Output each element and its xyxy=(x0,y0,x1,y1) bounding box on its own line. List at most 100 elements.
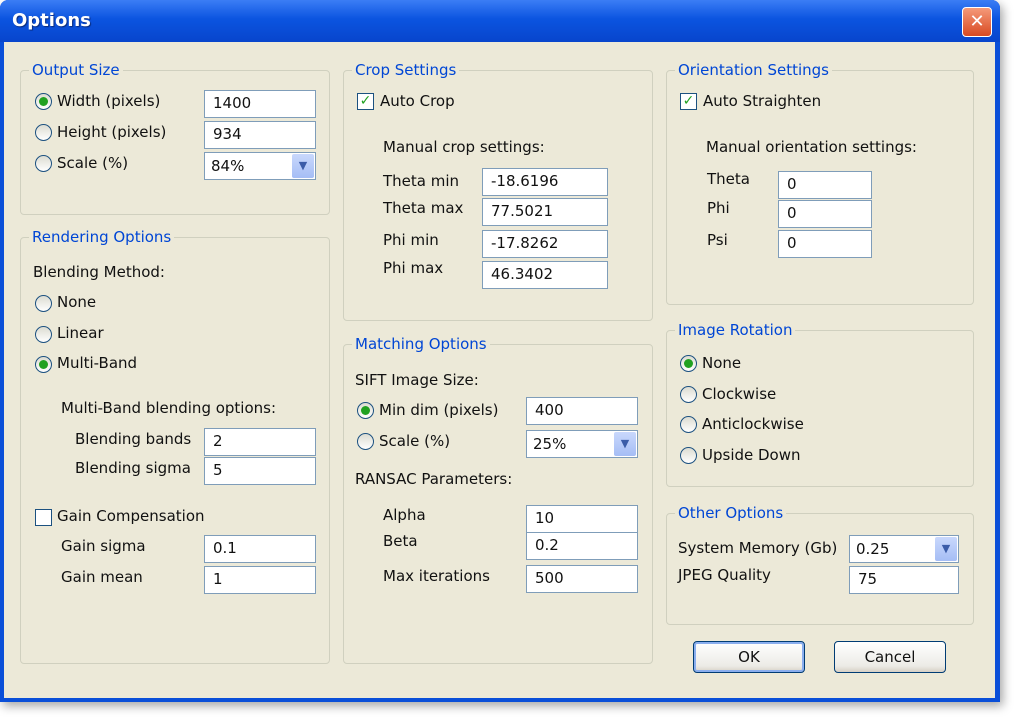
manual-orientation-label: Manual orientation settings: xyxy=(706,138,917,156)
blend-linear-label: Linear xyxy=(57,324,104,342)
psi-input[interactable]: 0 xyxy=(778,230,872,258)
gain-sigma-label: Gain sigma xyxy=(61,537,146,555)
blending-bands-input[interactable]: 2 xyxy=(204,428,316,456)
matching-options-legend: Matching Options xyxy=(352,335,490,353)
other-options-legend: Other Options xyxy=(675,504,787,522)
rotation-none-label: None xyxy=(702,354,742,372)
blending-bands-label: Blending bands xyxy=(75,430,192,448)
theta-min-input[interactable]: -18.6196 xyxy=(482,168,608,196)
scale-label: Scale (%) xyxy=(57,154,129,172)
height-input[interactable]: 934 xyxy=(204,121,316,149)
rotation-upside-down-label: Upside Down xyxy=(702,446,801,464)
output-size-group: Output Size Width (pixels) 1400 Height (… xyxy=(20,61,330,215)
chevron-down-icon[interactable]: ▼ xyxy=(292,154,314,178)
jpeg-quality-input[interactable]: 75 xyxy=(849,566,959,594)
options-dialog: Options ✕ Output Size Width (pixels) 140… xyxy=(0,0,1000,702)
radio-selected-dot xyxy=(684,359,693,368)
system-memory-select[interactable]: 0.25 ▼ xyxy=(849,535,959,563)
crop-settings-group: Crop Settings ✓ Auto Crop Manual crop se… xyxy=(343,61,653,321)
close-icon: ✕ xyxy=(969,11,985,32)
rendering-options-legend: Rendering Options xyxy=(29,228,175,246)
min-dim-radio[interactable] xyxy=(357,402,374,419)
alpha-label: Alpha xyxy=(383,506,426,524)
other-options-group: Other Options System Memory (Gb) 0.25 ▼ … xyxy=(666,504,974,625)
cancel-button[interactable]: Cancel xyxy=(834,641,946,673)
sift-scale-select[interactable]: 25% ▼ xyxy=(526,430,638,458)
scale-select[interactable]: 84% ▼ xyxy=(204,152,316,180)
radio-selected-dot xyxy=(361,406,370,415)
gain-mean-label: Gain mean xyxy=(61,568,143,586)
theta-max-input[interactable]: 77.5021 xyxy=(482,198,608,226)
blend-multiband-label: Multi-Band xyxy=(57,354,138,372)
radio-selected-dot xyxy=(39,97,48,106)
blending-sigma-input[interactable]: 5 xyxy=(204,457,316,485)
rotation-anticlockwise-label: Anticlockwise xyxy=(702,415,804,433)
beta-input[interactable]: 0.2 xyxy=(526,532,638,560)
gain-compensation-checkbox[interactable] xyxy=(35,509,52,526)
rotation-upside-down-radio[interactable] xyxy=(680,447,697,464)
max-iterations-input[interactable]: 500 xyxy=(526,565,638,593)
sift-scale-radio[interactable] xyxy=(357,433,374,450)
image-rotation-group: Image Rotation None Clockwise Anticlockw… xyxy=(666,321,974,487)
window-title: Options xyxy=(12,10,91,31)
rotation-clockwise-label: Clockwise xyxy=(702,385,777,403)
check-icon: ✓ xyxy=(359,93,372,109)
blend-none-label: None xyxy=(57,293,97,311)
auto-crop-checkbox[interactable]: ✓ xyxy=(357,93,374,110)
theta-min-label: Theta min xyxy=(383,172,460,190)
system-memory-value: 0.25 xyxy=(856,540,890,558)
jpeg-quality-label: JPEG Quality xyxy=(678,566,771,584)
radio-selected-dot xyxy=(39,360,48,369)
image-rotation-legend: Image Rotation xyxy=(675,321,796,339)
chevron-down-icon[interactable]: ▼ xyxy=(935,537,957,561)
dialog-client-area: Output Size Width (pixels) 1400 Height (… xyxy=(4,42,995,698)
min-dim-label: Min dim (pixels) xyxy=(379,401,499,419)
gain-mean-input[interactable]: 1 xyxy=(204,566,316,594)
chevron-down-icon[interactable]: ▼ xyxy=(614,432,636,456)
width-input[interactable]: 1400 xyxy=(204,90,316,118)
gain-compensation-label: Gain Compensation xyxy=(57,507,205,525)
phi-max-label: Phi max xyxy=(383,259,444,277)
phi-min-input[interactable]: -17.8262 xyxy=(482,230,608,258)
scale-radio[interactable] xyxy=(35,155,52,172)
blending-method-label: Blending Method: xyxy=(33,263,165,281)
blend-multiband-radio[interactable] xyxy=(35,356,52,373)
phi-label: Phi xyxy=(707,199,730,217)
height-label: Height (pixels) xyxy=(57,123,167,141)
rotation-none-radio[interactable] xyxy=(680,355,697,372)
check-icon: ✓ xyxy=(682,93,695,109)
close-button[interactable]: ✕ xyxy=(962,7,992,37)
beta-label: Beta xyxy=(383,532,418,550)
crop-settings-legend: Crop Settings xyxy=(352,61,460,79)
alpha-input[interactable]: 10 xyxy=(526,505,638,533)
width-radio[interactable] xyxy=(35,93,52,110)
auto-crop-label: Auto Crop xyxy=(380,92,455,110)
gain-sigma-input[interactable]: 0.1 xyxy=(204,535,316,563)
theta-input[interactable]: 0 xyxy=(778,171,872,199)
ransac-parameters-label: RANSAC Parameters: xyxy=(355,470,513,488)
height-radio[interactable] xyxy=(35,124,52,141)
min-dim-input[interactable]: 400 xyxy=(526,397,638,425)
rotation-anticlockwise-radio[interactable] xyxy=(680,416,697,433)
phi-max-input[interactable]: 46.3402 xyxy=(482,261,608,289)
orientation-settings-group: Orientation Settings ✓ Auto Straighten M… xyxy=(666,61,974,305)
psi-label: Psi xyxy=(707,231,728,249)
manual-crop-label: Manual crop settings: xyxy=(383,138,545,156)
auto-straighten-label: Auto Straighten xyxy=(703,92,822,110)
phi-input[interactable]: 0 xyxy=(778,200,872,228)
auto-straighten-checkbox[interactable]: ✓ xyxy=(680,93,697,110)
theta-label: Theta xyxy=(707,170,750,188)
sift-scale-label: Scale (%) xyxy=(379,432,451,450)
width-label: Width (pixels) xyxy=(57,92,161,110)
rendering-options-group: Rendering Options Blending Method: None … xyxy=(20,228,330,664)
sift-scale-select-value: 25% xyxy=(533,435,567,453)
title-bar[interactable]: Options ✕ xyxy=(0,0,1000,42)
ok-button[interactable]: OK xyxy=(693,641,805,673)
rotation-clockwise-radio[interactable] xyxy=(680,386,697,403)
blending-sigma-label: Blending sigma xyxy=(75,459,191,477)
blend-linear-radio[interactable] xyxy=(35,326,52,343)
output-size-legend: Output Size xyxy=(29,61,123,79)
blend-none-radio[interactable] xyxy=(35,295,52,312)
max-iterations-label: Max iterations xyxy=(383,567,490,585)
scale-select-value: 84% xyxy=(211,157,245,175)
